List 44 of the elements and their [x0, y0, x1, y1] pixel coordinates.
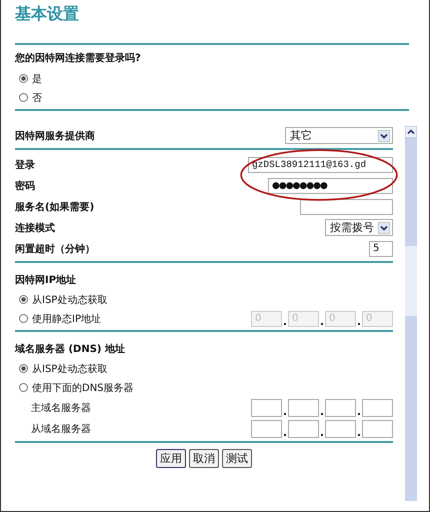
field-label: 服务名(如果需要) [15, 200, 94, 214]
dns-octet-field[interactable] [251, 420, 282, 438]
field-label: 连接模式 [15, 222, 55, 234]
dns-octet-field[interactable] [362, 420, 393, 438]
dns-octet-field[interactable] [325, 420, 356, 438]
radio-label: 是 [32, 72, 42, 86]
field-label: 主域名服务器 [31, 402, 91, 414]
dns-octet-field[interactable] [288, 420, 319, 438]
password-field[interactable]: ●●●●●●●● [268, 178, 393, 194]
form-button[interactable]: 取消 [189, 449, 219, 468]
dns-octet-field[interactable] [251, 398, 282, 416]
radio-button[interactable] [19, 93, 28, 102]
isp-dropdown[interactable]: 其它 [285, 127, 393, 144]
section-heading: 域名服务器 (DNS) 地址 [15, 342, 126, 357]
login-field[interactable]: gzDSL38912111@163.gd [248, 156, 393, 172]
radio-button[interactable] [19, 364, 28, 373]
field-label: 登录 [15, 158, 35, 172]
page-title: 基本设置 [15, 3, 80, 25]
radio-label: 从ISP处动态获取 [32, 362, 108, 376]
service-name-field[interactable] [300, 198, 393, 214]
field-label: 从域名服务器 [31, 422, 91, 436]
mode-dropdown[interactable]: 按需拨号 [325, 219, 393, 236]
scrollbar[interactable] [405, 126, 417, 501]
dropdown-arrow-icon [378, 130, 390, 142]
scroll-thumb[interactable] [405, 246, 417, 316]
form-button[interactable]: 应用 [156, 449, 186, 468]
field-label: 因特网服务提供商 [15, 129, 95, 142]
dns-octet-field[interactable] [288, 398, 319, 416]
field-label: 密码 [15, 180, 35, 192]
radio-button[interactable] [19, 74, 28, 83]
radio-button[interactable] [19, 383, 28, 392]
dropdown-arrow-icon [378, 222, 390, 234]
radio-label: 使用静态IP地址 [32, 312, 101, 326]
timeout-field[interactable]: 5 [369, 240, 393, 256]
question-label: 您的因特网连接需要登录吗? [15, 52, 142, 65]
radio-label: 否 [32, 92, 42, 104]
form-button[interactable]: 测试 [222, 449, 252, 468]
dns-octet-field[interactable] [362, 398, 393, 416]
section-heading: 因特网IP地址 [15, 274, 78, 288]
radio-label: 使用下面的DNS服务器 [32, 382, 134, 394]
dns-octet-field[interactable] [325, 398, 356, 416]
field-label: 闲置超时（分钟） [15, 242, 95, 256]
scroll-up-icon[interactable] [405, 126, 417, 138]
radio-label: 从ISP处动态获取 [32, 294, 108, 306]
